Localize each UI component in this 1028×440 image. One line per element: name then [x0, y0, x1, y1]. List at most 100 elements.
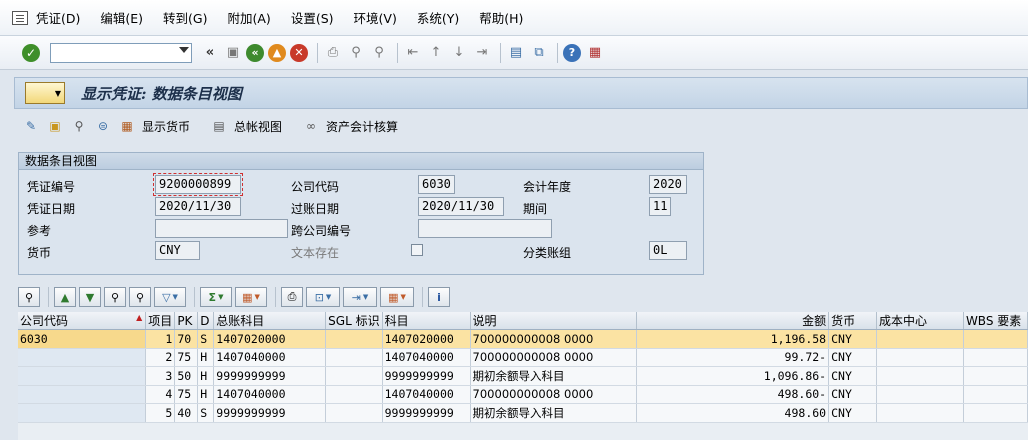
cell-amount[interactable]: 498.60- [636, 385, 830, 404]
cell-currency[interactable]: CNY [828, 348, 878, 367]
cell-description[interactable]: 700000000008 0000 [470, 348, 638, 367]
cell-sgl-indicator[interactable] [325, 348, 383, 367]
col-item[interactable]: 项目 [145, 312, 176, 330]
first-page-icon[interactable]: ⇤ [403, 43, 423, 63]
cell-cost-center[interactable] [876, 348, 964, 367]
cross-company-field[interactable] [418, 219, 552, 238]
next-page-icon[interactable]: ↓ [449, 43, 469, 63]
cell-gl-account[interactable]: 9999999999 [213, 403, 327, 423]
back-icon[interactable]: « [246, 43, 264, 62]
cell-account[interactable]: 9999999999 [382, 403, 471, 423]
menu-extras[interactable]: 附加(A) [228, 8, 271, 27]
filter-icon[interactable]: ▽ ▼ [154, 287, 186, 307]
cell-currency[interactable]: CNY [828, 329, 878, 349]
col-wbs[interactable]: WBS 要素 [963, 312, 1028, 330]
cell-currency[interactable]: CNY [828, 385, 878, 404]
company-code-field[interactable]: 6030 [418, 175, 455, 194]
cell-d[interactable]: S [197, 329, 215, 349]
col-account[interactable]: 科目 [382, 312, 471, 330]
table-row[interactable]: 5 40 S 9999999999 9999999999 期初余额导入科目 498.60 CN… [18, 403, 1028, 423]
cell-company-code[interactable] [18, 385, 147, 404]
cell-pk[interactable]: 70 [174, 329, 199, 349]
collapse-icon[interactable]: « [200, 43, 220, 63]
cell-cost-center[interactable] [876, 403, 964, 423]
cell-account[interactable]: 1407020000 [382, 329, 471, 349]
cell-pk[interactable]: 50 [174, 366, 199, 386]
cell-d[interactable]: S [197, 403, 215, 423]
cell-amount[interactable]: 498.60 [636, 403, 830, 423]
help-icon[interactable]: ? [563, 43, 581, 62]
find-next-icon[interactable]: ⚲ [369, 43, 389, 63]
cell-description[interactable]: 700000000008 0000 [470, 329, 638, 349]
cell-description[interactable]: 期初余额导入科目 [470, 403, 638, 423]
enter-check-icon[interactable]: ✓ [22, 43, 40, 62]
table-row[interactable]: 4 75 H 1407040000 1407040000 700000000008 000… [18, 385, 1028, 404]
print-icon[interactable]: ⎙ [281, 287, 303, 307]
command-field[interactable] [50, 42, 192, 63]
sort-ascending-icon[interactable]: ▲ [54, 287, 76, 307]
cell-d[interactable]: H [197, 385, 215, 404]
table-row[interactable]: 6030 1 70 S 1407020000 1407020000 700000000008… [18, 329, 1028, 349]
table-row[interactable]: 3 50 H 9999999999 9999999999 期初余额导入科目 1,096.86… [18, 366, 1028, 386]
cell-gl-account[interactable]: 9999999999 [213, 366, 327, 386]
cell-company-code[interactable] [18, 348, 147, 367]
cell-currency[interactable]: CNY [828, 403, 878, 423]
cell-description[interactable]: 期初余额导入科目 [470, 366, 638, 386]
cell-account[interactable]: 1407040000 [382, 385, 471, 404]
col-d[interactable]: D [197, 312, 215, 330]
save-icon[interactable]: ▣ [223, 43, 243, 63]
cell-wbs[interactable] [963, 366, 1028, 386]
find-icon[interactable]: ⚲ [104, 287, 126, 307]
menu-settings[interactable]: 设置(S) [291, 8, 334, 27]
cell-company-code[interactable] [18, 403, 147, 423]
layout-icon[interactable]: ▦ ▼ [380, 287, 414, 307]
cell-gl-account[interactable]: 1407020000 [213, 329, 327, 349]
table-row[interactable]: 2 75 H 1407040000 1407040000 700000000008 000… [18, 348, 1028, 367]
col-sgl-indicator[interactable]: SGL 标识 [325, 312, 383, 330]
menu-system[interactable]: 系统(Y) [417, 8, 459, 27]
display-currency-button[interactable]: 显示货币 [142, 118, 190, 135]
find-icon[interactable]: ⚲ [346, 43, 366, 63]
col-amount[interactable]: 金额 [636, 312, 830, 330]
cell-cost-center[interactable] [876, 385, 964, 404]
cell-sgl-indicator[interactable] [325, 385, 383, 404]
col-description[interactable]: 说明 [470, 312, 638, 330]
col-currency[interactable]: 货币 [828, 312, 878, 330]
subtotal-icon[interactable]: ▦ ▼ [235, 287, 267, 307]
cell-item[interactable]: 3 [145, 366, 176, 386]
details-icon[interactable]: ⚲ [18, 287, 40, 307]
last-page-icon[interactable]: ⇥ [472, 43, 492, 63]
other-document-icon[interactable]: ▣ [46, 118, 64, 134]
cell-pk[interactable]: 75 [174, 385, 199, 404]
cell-d[interactable]: H [197, 348, 215, 367]
cancel-icon[interactable]: ✕ [290, 43, 308, 62]
menu-button[interactable]: ▼ [25, 82, 65, 104]
cell-cost-center[interactable] [876, 329, 964, 349]
general-ledger-view-button[interactable]: 总帐视图 [234, 118, 282, 135]
previous-page-icon[interactable]: ↑ [426, 43, 446, 63]
currency-field[interactable]: CNY [155, 241, 200, 260]
menu-help[interactable]: 帮助(H) [479, 8, 523, 27]
views-icon[interactable]: ⊡ ▼ [306, 287, 340, 307]
info-icon[interactable]: i [428, 287, 450, 307]
create-session-icon[interactable]: ▤ [506, 43, 526, 63]
cell-wbs[interactable] [963, 329, 1028, 349]
cell-amount[interactable]: 1,196.58 [636, 329, 830, 349]
shortcut-icon[interactable]: ⧉ [529, 43, 549, 63]
menu-document[interactable]: 凭证(D) [36, 8, 80, 27]
cell-sgl-indicator[interactable] [325, 366, 383, 386]
find-next-icon[interactable]: ⚲ [129, 287, 151, 307]
customize-layout-icon[interactable]: ▦ [585, 43, 605, 63]
cell-item[interactable]: 4 [145, 385, 176, 404]
doc-date-field[interactable]: 2020/11/30 [155, 197, 241, 216]
asset-accounting-button[interactable]: 资产会计核算 [326, 118, 398, 135]
menu-goto[interactable]: 转到(G) [163, 8, 207, 27]
cell-company-code[interactable]: 6030 [18, 329, 147, 349]
doc-number-field[interactable]: 9200000899 [153, 173, 243, 196]
cell-wbs[interactable] [963, 348, 1028, 367]
cell-account[interactable]: 1407040000 [382, 348, 471, 367]
cell-pk[interactable]: 40 [174, 403, 199, 423]
exit-icon[interactable]: ▲ [268, 43, 286, 62]
posting-date-field[interactable]: 2020/11/30 [418, 197, 504, 216]
cell-item[interactable]: 1 [145, 329, 176, 349]
